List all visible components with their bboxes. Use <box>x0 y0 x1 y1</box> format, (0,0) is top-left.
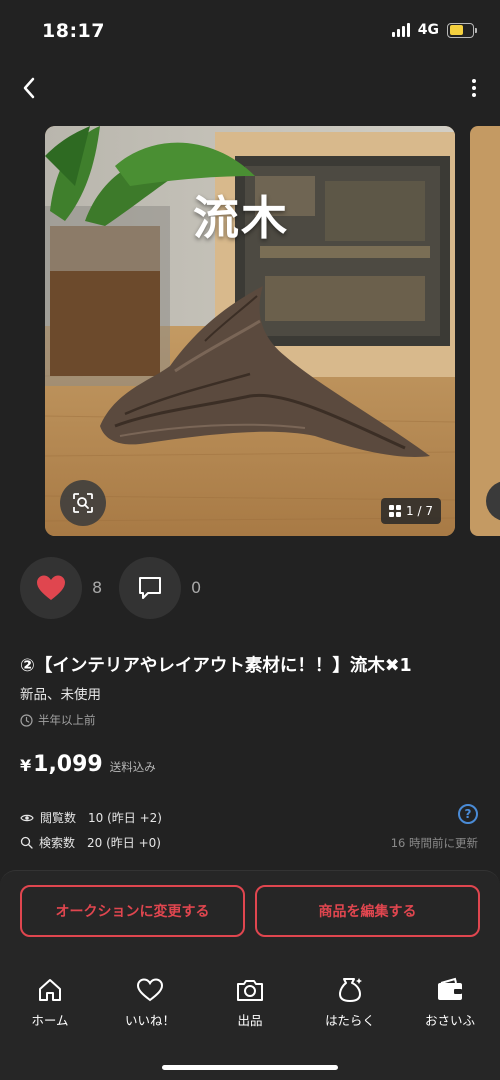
home-indicator <box>162 1065 338 1070</box>
tab-wallet-label: おさいふ <box>424 1013 475 1028</box>
image-counter-label: 1 / 7 <box>406 504 433 518</box>
tab-sell-label: 出品 <box>237 1013 263 1028</box>
chevron-left-icon <box>23 77 35 99</box>
tab-wallet[interactable]: おさいふ <box>400 975 500 1035</box>
comment-button[interactable] <box>119 557 181 619</box>
network-type: 4G <box>417 22 439 38</box>
comment-count: 0 <box>191 578 202 597</box>
home-icon <box>39 979 61 1001</box>
price-value: 1,099 <box>33 752 103 777</box>
search-stats-label: 検索数 <box>39 836 76 850</box>
change-to-auction-button[interactable]: オークションに変更する <box>20 885 245 937</box>
view-stats-label: 閲覧数 <box>40 811 77 825</box>
tab-likes[interactable]: いいね！ <box>100 975 200 1035</box>
heart-icon <box>37 575 65 600</box>
signal-icon <box>391 23 410 37</box>
tab-work-label: はたらく <box>325 1013 375 1028</box>
posted-time: 半年以上前 <box>20 712 96 728</box>
view-stats-value: 10 (昨日 +2) <box>88 811 162 825</box>
image-counter: 1 / 7 <box>381 498 441 524</box>
price: ¥ 1,099 送料込み <box>20 752 156 777</box>
clock-icon <box>20 713 33 727</box>
comment-icon <box>139 577 161 599</box>
product-image[interactable]: 流木 1 / 7 <box>45 126 455 536</box>
lens-icon <box>73 493 93 513</box>
tab-likes-label: いいね！ <box>124 1013 175 1028</box>
product-title: ②【インテリアやレイアウト素材に！！】流木✖︎1 <box>20 656 412 676</box>
money-bag-icon <box>339 978 362 1002</box>
next-image-button[interactable] <box>486 481 500 521</box>
heart-outline-icon <box>136 978 164 1002</box>
shipping-note: 送料込み <box>109 760 156 774</box>
like-count: 8 <box>92 578 103 597</box>
back-button[interactable] <box>14 72 46 104</box>
battery-icon <box>447 22 477 38</box>
eye-icon <box>20 814 34 821</box>
tab-sell[interactable]: 出品 <box>200 975 300 1035</box>
product-condition: 新品、未使用 <box>20 687 101 703</box>
camera-icon <box>237 980 263 1001</box>
search-stats: 検索数 20 (昨日 +0) <box>20 834 161 851</box>
status-indicators: 4G <box>391 22 477 38</box>
posted-time-label: 半年以上前 <box>38 713 96 727</box>
more-dot-icon <box>472 93 476 97</box>
price-currency: ¥ <box>20 756 32 775</box>
more-dot-icon <box>472 86 476 90</box>
view-stats: 閲覧数 10 (昨日 +2) <box>20 809 162 826</box>
edit-item-button[interactable]: 商品を編集する <box>255 885 480 937</box>
status-bar: 18:17 4G <box>0 0 500 62</box>
grid-icon <box>389 505 402 517</box>
wallet-icon <box>438 977 462 1000</box>
help-icon[interactable]: ? <box>458 804 478 824</box>
tab-work[interactable]: はたらく <box>300 975 400 1035</box>
tab-home[interactable]: ホーム <box>0 975 100 1035</box>
status-time: 18:17 <box>42 20 105 42</box>
like-button[interactable] <box>20 557 82 619</box>
tab-home-label: ホーム <box>31 1013 69 1028</box>
search-icon <box>20 836 33 849</box>
next-image-preview[interactable] <box>470 126 500 536</box>
more-dot-icon <box>472 79 476 83</box>
more-options-button[interactable] <box>468 76 480 100</box>
tab-bar: ホーム いいね！ 出品 はたらく おさいふ <box>0 975 500 1035</box>
photo-caption: 流木 <box>193 191 289 245</box>
search-stats-value: 20 (昨日 +0) <box>87 836 161 850</box>
updated-time: 16 時間前に更新 <box>390 836 478 850</box>
image-search-button[interactable] <box>60 480 106 526</box>
